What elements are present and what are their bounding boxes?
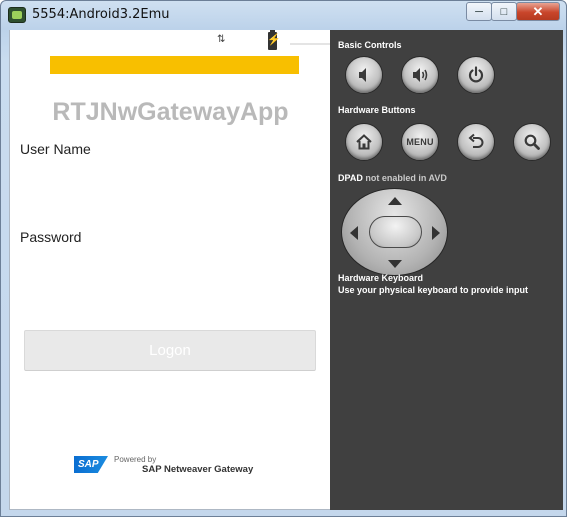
dpad-down-icon[interactable]	[388, 260, 402, 268]
dpad-left-icon[interactable]	[350, 226, 358, 240]
emulator-control-panel: Basic Controls Hardware Buttons MENU DPA…	[330, 30, 563, 510]
back-button[interactable]	[457, 123, 495, 161]
search-icon	[524, 134, 540, 150]
status-bar: ⇅	[10, 30, 331, 52]
username-label: User Name	[20, 141, 91, 157]
home-button[interactable]	[345, 123, 383, 161]
volume-down-icon	[359, 68, 366, 82]
window-title: 5554:Android3.2Emu	[32, 7, 170, 22]
volume-up-button[interactable]	[401, 56, 439, 94]
powered-by-text: Powered by	[114, 455, 157, 464]
basic-controls-heading: Basic Controls	[338, 40, 402, 50]
hardware-buttons-heading: Hardware Buttons	[338, 105, 416, 115]
username-field[interactable]	[20, 161, 320, 191]
close-button[interactable]: ✕	[516, 2, 560, 21]
sync-icon: ⇅	[217, 34, 226, 45]
volume-down-button[interactable]	[345, 56, 383, 94]
search-button[interactable]	[513, 123, 551, 161]
minimize-button[interactable]: ─	[466, 2, 492, 21]
sap-logo: SAP	[74, 456, 108, 473]
header-accent-bar	[50, 56, 299, 74]
status-divider	[290, 43, 331, 45]
dpad-note: not enabled in AVD	[365, 173, 447, 183]
dpad-up-icon[interactable]	[388, 197, 402, 205]
title-bar[interactable]: 5554:Android3.2Emu ─ □ ✕	[1, 1, 566, 29]
menu-button[interactable]: MENU	[401, 123, 439, 161]
keyboard-description: Use your physical keyboard to provide in…	[338, 285, 529, 295]
keyboard-heading: Hardware Keyboard	[338, 273, 424, 283]
volume-up-icon	[413, 68, 428, 82]
menu-button-label: MENU	[406, 137, 434, 147]
battery-icon	[267, 30, 281, 50]
password-label: Password	[20, 229, 82, 245]
logon-button[interactable]: Logon	[24, 330, 316, 371]
emulator-window: 5554:Android3.2Emu ─ □ ✕ ⇅ RTJNwGatewayA…	[0, 0, 567, 517]
back-icon	[468, 133, 484, 148]
home-icon	[356, 134, 372, 150]
android-app-icon	[8, 7, 26, 23]
dpad[interactable]	[341, 188, 448, 276]
dpad-label: DPAD	[338, 173, 363, 183]
window-controls: ─ □ ✕	[466, 2, 560, 21]
password-field[interactable]	[20, 249, 320, 279]
power-button[interactable]	[457, 56, 495, 94]
product-name: SAP Netweaver Gateway	[142, 464, 254, 475]
maximize-button[interactable]: □	[491, 2, 517, 21]
power-icon	[468, 66, 484, 83]
dpad-heading: DPAD not enabled in AVD	[338, 173, 447, 183]
app-title: RTJNwGatewayApp	[52, 98, 289, 126]
device-screen: ⇅ RTJNwGatewayApp User Name Password Log…	[9, 30, 331, 510]
dpad-right-icon[interactable]	[432, 226, 440, 240]
dpad-center-button[interactable]	[369, 216, 422, 248]
